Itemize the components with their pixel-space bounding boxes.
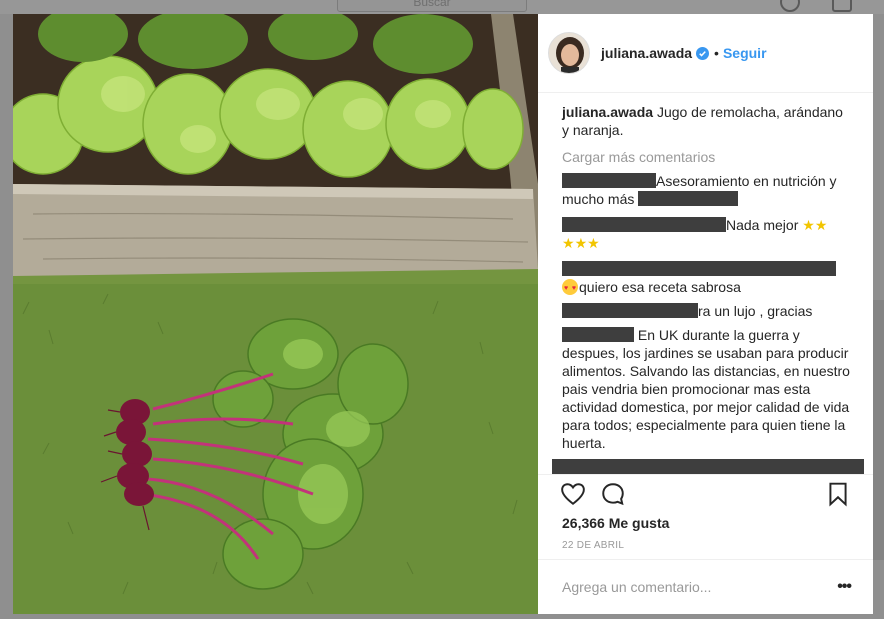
post-modal: juliana.awada • Seguir juliana.awada Jug… (13, 14, 873, 614)
comment-text: Nada mejor (726, 217, 799, 233)
star-emoji-icon: ★ (587, 235, 600, 251)
redacted-username (562, 303, 698, 318)
add-comment-bar: ••• (538, 559, 873, 614)
redacted-text (638, 191, 739, 206)
comments-list: juliana.awada Jugo de remolacha, arándan… (552, 103, 864, 476)
star-emoji-icon: ★ (574, 235, 588, 251)
comment-item: Asesoramiento en nutrición y mucho más (562, 172, 852, 208)
bookmark-icon[interactable] (825, 481, 851, 507)
heart-eyes-emoji-icon (562, 279, 578, 298)
post-header: juliana.awada • Seguir (538, 14, 873, 93)
post-photo (13, 14, 538, 614)
avatar-image (549, 33, 589, 73)
post-actions (538, 474, 873, 513)
follow-button[interactable]: Seguir (723, 45, 767, 61)
likes-count[interactable]: 26,366 Me gusta (562, 515, 669, 531)
comment-input[interactable] (562, 576, 812, 598)
separator-dot: • (714, 45, 719, 61)
background-thumbnail (873, 300, 884, 560)
more-options-button[interactable]: ••• (837, 578, 852, 596)
star-emoji-icon: ★ (802, 217, 815, 233)
comment-item: ra un lujo , gracias (562, 302, 852, 320)
heart-icon[interactable] (560, 481, 586, 507)
verified-badge-icon (696, 46, 710, 60)
star-emoji-icon: ★ (814, 217, 828, 233)
redacted-comment (552, 459, 864, 474)
comment-item: Nada mejor ★★ ★★★ (562, 216, 852, 252)
post-sidebar: juliana.awada • Seguir juliana.awada Jug… (538, 14, 873, 614)
background-heart-icon (832, 0, 852, 12)
post-username[interactable]: juliana.awada (601, 45, 692, 61)
load-more-comments-button[interactable]: Cargar más comentarios (562, 148, 852, 166)
comment-bubble-icon[interactable] (600, 481, 626, 507)
comment-item: En UK durante la guerra y despues, los j… (562, 326, 852, 452)
garden-beet-photo (13, 14, 538, 614)
star-emoji-icon: ★ (562, 235, 575, 251)
redacted-username (562, 327, 634, 342)
post-date: 22 DE ABRIL (562, 540, 625, 551)
caption: juliana.awada Jugo de remolacha, arándan… (562, 103, 852, 139)
comment-text: En UK durante la guerra y despues, los j… (562, 327, 850, 451)
action-icons-row (538, 475, 873, 513)
comment-text: ra un lujo , gracias (698, 303, 813, 319)
redacted-username (562, 261, 836, 276)
caption-username[interactable]: juliana.awada (562, 104, 653, 120)
redacted-username (562, 217, 726, 232)
background-search-input: Buscar (337, 0, 527, 12)
redacted-username (562, 173, 656, 188)
avatar[interactable] (548, 32, 590, 74)
comment-text: quiero esa receta sabrosa (579, 279, 741, 295)
comment-item: quiero esa receta sabrosa (562, 260, 852, 298)
